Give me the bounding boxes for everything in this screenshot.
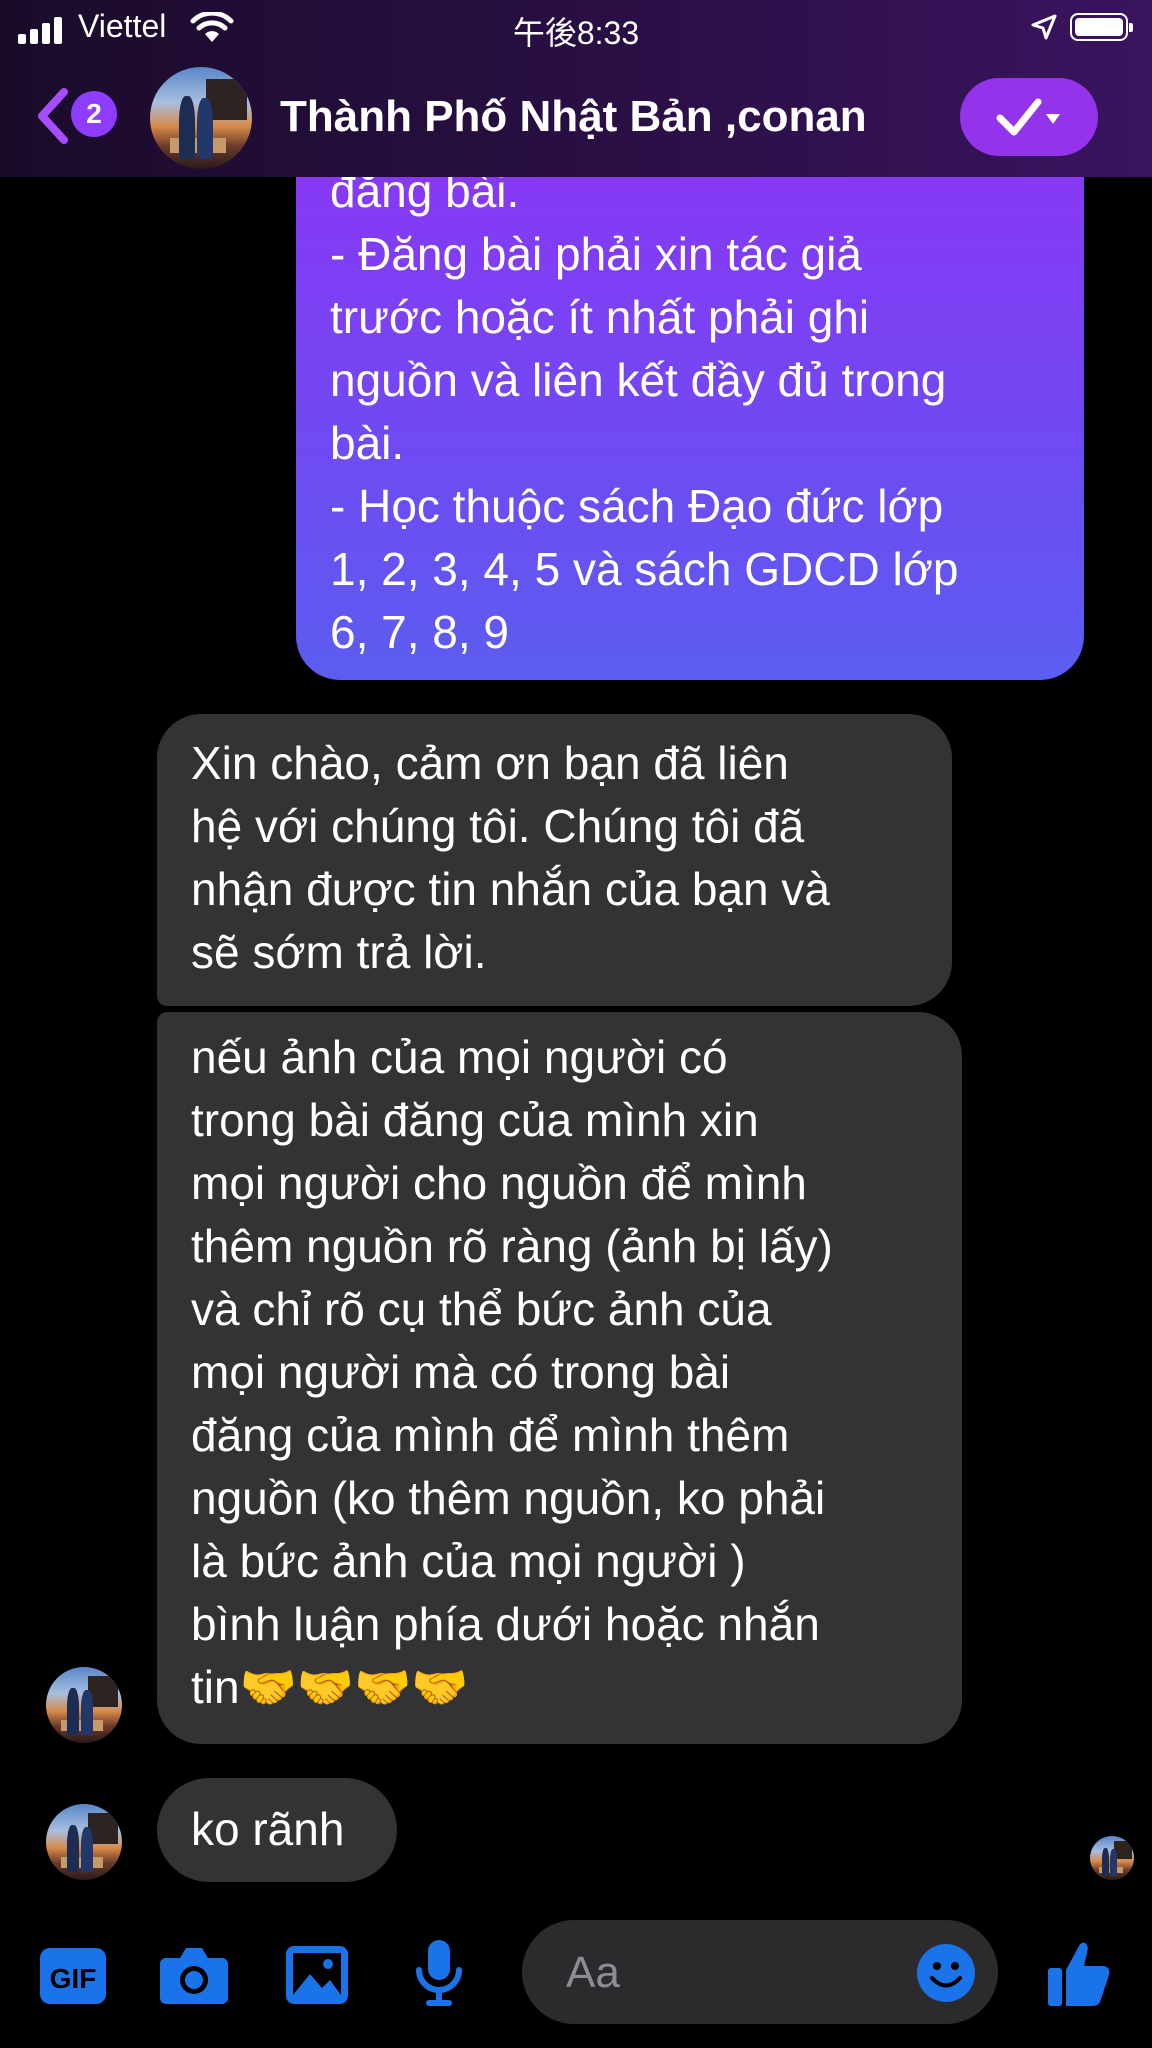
read-receipt-avatar <box>1090 1836 1134 1880</box>
message-text: ko rãnh <box>191 1803 345 1855</box>
message-text: đăng bài. - Đăng bài phải xin tác giả tr… <box>330 165 959 658</box>
microphone-icon[interactable] <box>414 1938 464 2010</box>
battery-icon <box>1070 13 1133 41</box>
status-bar: Viettel 午後8:33 <box>0 0 1152 58</box>
gif-icon[interactable]: GIF <box>38 1946 108 2006</box>
incoming-message-bubble[interactable]: ko rãnh <box>157 1778 397 1882</box>
check-dropdown-button[interactable] <box>960 78 1098 156</box>
camera-icon[interactable] <box>158 1944 230 2006</box>
message-input-placeholder: Aa <box>566 1948 620 1997</box>
message-input[interactable]: Aa <box>522 1920 998 2024</box>
clock: 午後8:33 <box>512 15 640 51</box>
conversation-header: Viettel 午後8:33 2 Thành Phố Nhật Bản ,con… <box>0 0 1152 177</box>
sender-avatar[interactable] <box>46 1804 122 1880</box>
message-text: nếu ảnh của mọi người có trong bài đăng … <box>191 1031 833 1713</box>
check-icon <box>996 98 1060 136</box>
sender-avatar[interactable] <box>46 1667 122 1743</box>
emoji-icon[interactable] <box>916 1943 976 2003</box>
conversation-title[interactable]: Thành Phố Nhật Bản ,conan <box>280 92 867 142</box>
thumbs-up-icon[interactable] <box>1046 1938 1112 2010</box>
chevron-left-icon[interactable] <box>34 88 70 144</box>
location-arrow-icon <box>1031 14 1057 40</box>
unread-count-badge[interactable]: 2 <box>71 91 117 137</box>
outgoing-message-bubble[interactable]: đăng bài. - Đăng bài phải xin tác giả tr… <box>296 130 1084 680</box>
message-text: Xin chào, cảm ơn bạn đã liên hệ với chún… <box>191 737 830 978</box>
incoming-message-bubble[interactable]: Xin chào, cảm ơn bạn đã liên hệ với chún… <box>157 714 952 1006</box>
incoming-message-bubble[interactable]: nếu ảnh của mọi người có trong bài đăng … <box>157 1012 962 1744</box>
gif-label: GIF <box>50 1963 97 1994</box>
conversation-avatar[interactable] <box>150 67 252 169</box>
image-icon[interactable] <box>284 1944 350 2006</box>
